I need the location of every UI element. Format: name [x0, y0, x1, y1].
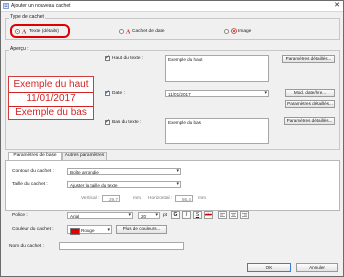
- align-right-icon: [242, 213, 247, 217]
- color-value: Rouge: [81, 228, 95, 233]
- color-swatch: [70, 227, 80, 235]
- horizontal-value: 86,4: [182, 197, 191, 202]
- date-select[interactable]: 11/01/2017 ▾: [165, 90, 269, 97]
- radio-image-stamp[interactable]: [224, 29, 229, 34]
- align-left-button[interactable]: [218, 211, 227, 219]
- radio-date-stamp-label[interactable]: Cachet de date: [132, 29, 165, 34]
- date-format-button[interactable]: Mod. date/hre...: [285, 89, 335, 97]
- bottom-detail-button[interactable]: Paramètres détaillés...: [284, 117, 335, 125]
- preview-top-text: Exemple du haut: [13, 79, 89, 90]
- horizontal-unit: mm: [198, 196, 206, 201]
- contour-select[interactable]: Boîte arrondie ▾: [67, 168, 181, 175]
- cancel-button[interactable]: Annuler: [296, 263, 338, 272]
- chevron-down-icon: ▾: [264, 90, 267, 96]
- font-value: Arial: [70, 213, 80, 219]
- stamp-name-field[interactable]: [59, 242, 184, 250]
- size-value: Ajuster la taille du texte: [70, 182, 118, 188]
- ok-button[interactable]: OK: [247, 263, 291, 272]
- window-title: Ajouter un nouveau cachet: [11, 3, 71, 9]
- size-select[interactable]: Ajuster la taille du texte ▾: [67, 181, 181, 188]
- preview-bottom-text: Exemple du bas: [15, 107, 87, 118]
- chevron-down-icon: ▾: [128, 212, 131, 218]
- color-select[interactable]: Rouge ▾: [67, 225, 112, 235]
- chevron-down-icon: ▾: [176, 181, 179, 187]
- vertical-field[interactable]: 29,7: [102, 195, 120, 202]
- radio-date-stamp[interactable]: [119, 29, 124, 34]
- font-label: Police :: [12, 213, 28, 218]
- more-colors-button[interactable]: Plus de couleurs...: [116, 225, 167, 234]
- bold-button[interactable]: G: [171, 211, 180, 219]
- font-size-unit: pt: [163, 213, 168, 218]
- svg-text:A: A: [126, 29, 131, 34]
- bottom-text-label: Bas du texte :: [112, 120, 142, 125]
- underline-button[interactable]: S: [193, 211, 202, 219]
- horizontal-field[interactable]: 86,4: [175, 195, 193, 202]
- tab-other-settings[interactable]: Autres paramètres: [62, 152, 107, 160]
- tab-basic-settings[interactable]: Paramètres de base: [8, 152, 62, 160]
- svg-text:A: A: [22, 29, 27, 34]
- font-select[interactable]: Arial ▾: [67, 212, 133, 219]
- align-center-icon: [231, 213, 236, 217]
- font-size-value: 20: [141, 213, 147, 219]
- color-label: Couleur du cachet :: [12, 227, 54, 232]
- vertical-label: Vertical :: [81, 196, 100, 201]
- top-text-checkbox[interactable]: [105, 54, 110, 61]
- radio-text-stamp[interactable]: [15, 29, 20, 34]
- top-detail-button[interactable]: Paramètres détaillés...: [282, 55, 335, 63]
- vertical-unit: mm: [133, 196, 141, 201]
- top-text-field[interactable]: Exemple du haut: [165, 55, 269, 82]
- radio-image-stamp-label[interactable]: Image: [238, 29, 251, 34]
- close-icon[interactable]: ✕: [334, 2, 340, 9]
- preview-label: Aperçu :: [9, 46, 30, 52]
- font-size-select[interactable]: 20 ▾: [138, 212, 160, 219]
- top-text-value: Exemple du haut: [168, 57, 203, 62]
- add-stamp-dialog: Ajouter un nouveau cachet ✕ Type de cach…: [0, 0, 344, 277]
- title-bar: Ajouter un nouveau cachet ✕: [1, 1, 343, 12]
- date-detail-button[interactable]: Paramètres détaillés...: [285, 100, 335, 108]
- horizontal-label: Horizontal :: [148, 196, 173, 201]
- image-stamp-icon: [231, 28, 237, 34]
- align-right-button[interactable]: [240, 211, 249, 219]
- strikethrough-button[interactable]: abc: [204, 211, 213, 219]
- bottom-text-value: Exemple du bas: [168, 120, 201, 125]
- align-center-button[interactable]: [229, 211, 238, 219]
- align-left-icon: [220, 213, 225, 217]
- chevron-down-icon: ▾: [155, 212, 158, 218]
- size-label: Taille du cachet :: [12, 182, 48, 187]
- radio-text-stamp-label[interactable]: Texte (détails): [29, 29, 59, 34]
- contour-label: Contour du cachet :: [12, 169, 54, 174]
- stamp-preview: Exemple du haut 11/01/2017 Exemple du ba…: [8, 76, 94, 120]
- chevron-down-icon: ▾: [107, 226, 110, 233]
- bottom-text-field[interactable]: Exemple du bas: [165, 118, 269, 144]
- stamp-type-label: Type de cachet: [9, 14, 45, 20]
- italic-button[interactable]: I: [182, 211, 191, 219]
- text-stamp-icon: A: [22, 29, 27, 34]
- chevron-down-icon: ▾: [176, 168, 179, 174]
- bottom-text-checkbox[interactable]: [105, 118, 110, 125]
- vertical-value: 29,7: [109, 197, 118, 202]
- preview-date-text: 11/01/2017: [26, 93, 76, 104]
- contour-value: Boîte arrondie: [70, 169, 99, 175]
- date-label: Date :: [112, 91, 125, 96]
- date-checkbox[interactable]: [105, 89, 110, 96]
- top-text-label: Haut du texte :: [112, 56, 144, 61]
- stamp-name-label: Nom du cachet :: [9, 244, 44, 249]
- date-value: 11/01/2017: [168, 91, 191, 97]
- app-icon: [3, 3, 9, 9]
